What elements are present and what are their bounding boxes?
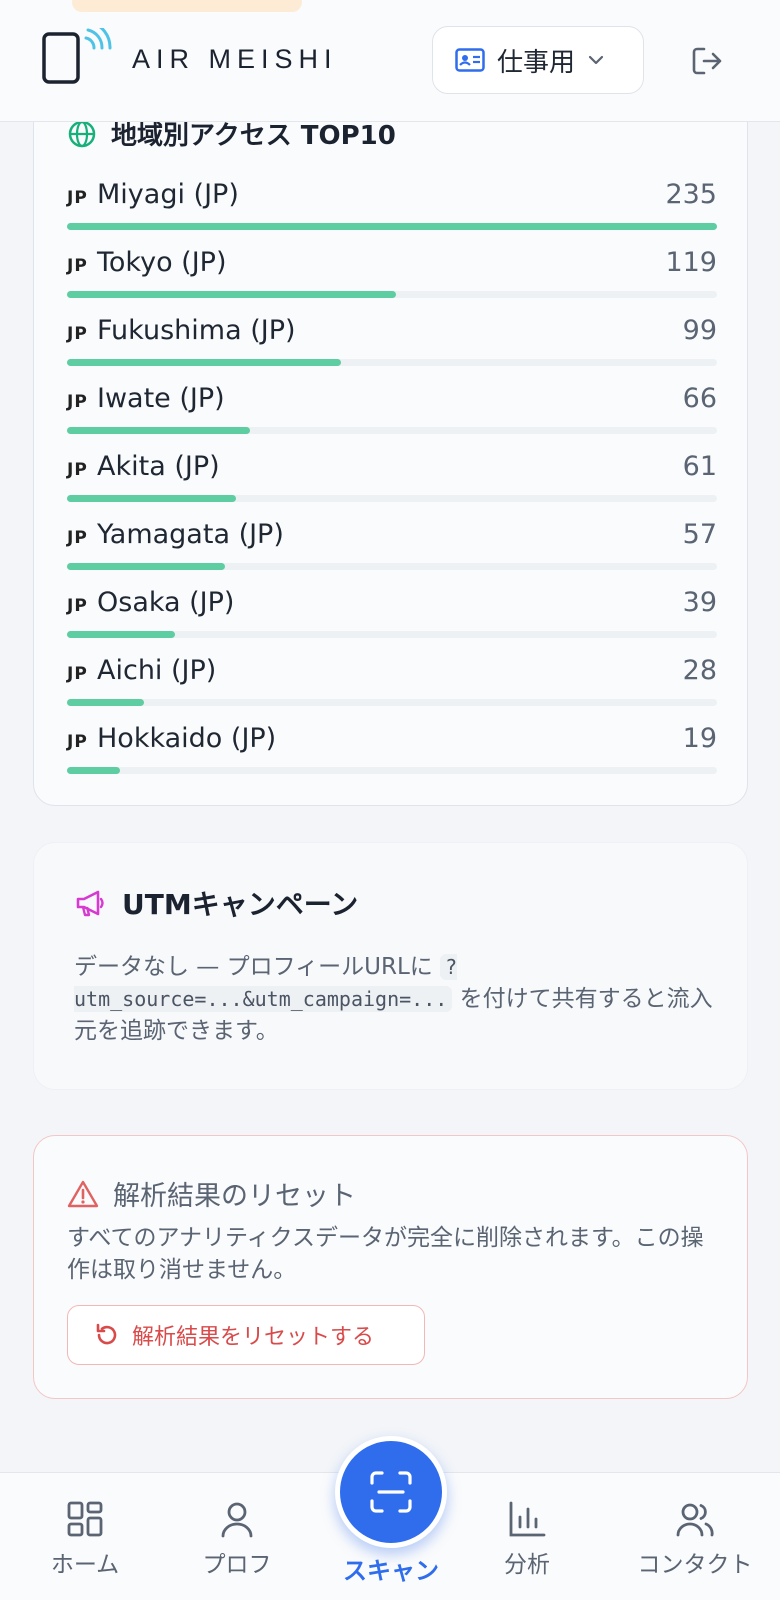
region-bar-fill	[67, 563, 225, 570]
region-row: JP Iwate (JP) 66	[67, 383, 717, 451]
region-name: Iwate (JP)	[97, 383, 225, 414]
region-count: 19	[682, 723, 717, 754]
region-row: JP Hokkaido (JP) 19	[67, 723, 717, 791]
region-bar-fill	[67, 767, 120, 774]
warning-icon	[67, 1180, 99, 1207]
region-count: 57	[682, 519, 717, 550]
app-header: AIR MEISHI 仕事用	[0, 0, 780, 122]
nav-label-analytics: 分析	[504, 1552, 550, 1578]
users-icon	[676, 1503, 714, 1537]
country-code: JP	[67, 256, 88, 276]
id-card-icon	[455, 48, 485, 72]
region-count: 99	[682, 315, 717, 346]
region-name: Aichi (JP)	[97, 655, 217, 686]
region-count: 119	[665, 247, 717, 278]
brand-name: AIR MEISHI	[132, 44, 338, 74]
country-code: JP	[67, 732, 88, 752]
country-code: JP	[67, 460, 88, 480]
utm-empty-message: データなし — プロフィールURLに ?utm_source=...&utm_c…	[74, 951, 714, 1047]
region-name: Akita (JP)	[97, 451, 220, 482]
nav-label-profile: プロフ	[202, 1552, 272, 1578]
region-row: JP Miyagi (JP) 235	[67, 179, 717, 247]
grid-icon	[67, 1501, 103, 1537]
region-count: 61	[682, 451, 717, 482]
region-count: 39	[682, 587, 717, 618]
region-count: 235	[665, 179, 717, 210]
region-bar-fill	[67, 223, 717, 230]
reset-icon	[96, 1323, 117, 1345]
region-bar-track	[67, 359, 717, 366]
scan-icon	[370, 1471, 412, 1513]
region-bar-track	[67, 427, 717, 434]
region-row: JP Yamagata (JP) 57	[67, 519, 717, 587]
peek-banner	[72, 0, 302, 12]
reset-card-header: 解析結果のリセット	[67, 1174, 356, 1213]
region-name: Hokkaido (JP)	[97, 723, 277, 754]
reset-description: すべてのアナリティクスデータが完全に削除されます。この操作は取り消せません。	[67, 1225, 704, 1283]
region-row: JP Fukushima (JP) 99	[67, 315, 717, 383]
region-count: 66	[682, 383, 717, 414]
region-bar-fill	[67, 291, 396, 298]
chevron-down-icon	[588, 55, 604, 65]
region-bar-track	[67, 767, 717, 774]
analytics-reset-card: 解析結果のリセット すべてのアナリティクスデータが完全に削除されます。この操作は…	[33, 1135, 748, 1399]
region-bar-track	[67, 291, 717, 298]
utm-text-before: データなし — プロフィールURLに	[74, 954, 433, 980]
country-code: JP	[67, 528, 88, 548]
region-bar-fill	[67, 495, 236, 502]
region-bar-fill	[67, 699, 145, 706]
country-code: JP	[67, 664, 88, 684]
region-bar-track	[67, 563, 717, 570]
nav-label-scan[interactable]: スキャン	[330, 1551, 452, 1586]
region-name: Fukushima (JP)	[97, 315, 296, 346]
region-name: Yamagata (JP)	[97, 519, 284, 550]
user-icon	[221, 1502, 253, 1538]
region-bar-fill	[67, 359, 341, 366]
nav-label-contacts: コンタクト	[637, 1552, 753, 1578]
utm-campaign-card: UTMキャンペーン データなし — プロフィールURLに ?utm_source…	[33, 842, 748, 1090]
region-list: JP Miyagi (JP) 235 JP Tokyo (JP) 119 JP …	[67, 179, 717, 791]
region-bar-fill	[67, 427, 250, 434]
utm-card-title: UTMキャンペーン	[122, 888, 359, 921]
nav-item-profile[interactable]: プロフ	[177, 1499, 297, 1579]
profile-mode-select[interactable]: 仕事用	[432, 26, 644, 94]
region-row: JP Tokyo (JP) 119	[67, 247, 717, 315]
reset-card-title: 解析結果のリセット	[113, 1181, 356, 1212]
logo-phone-wifi-icon	[42, 28, 112, 84]
region-bar-fill	[67, 631, 175, 638]
region-bar-track	[67, 699, 717, 706]
utm-card-header: UTMキャンペーン	[74, 883, 358, 923]
bar-chart-icon	[509, 1501, 546, 1537]
region-name: Osaka (JP)	[97, 587, 235, 618]
reset-button-label: 解析結果をリセットする	[132, 1325, 375, 1350]
nav-item-home[interactable]: ホーム	[25, 1499, 145, 1579]
region-row: JP Osaka (JP) 39	[67, 587, 717, 655]
country-code: JP	[67, 324, 88, 344]
globe-icon	[68, 120, 96, 147]
reset-analytics-button[interactable]: 解析結果をリセットする	[67, 1305, 425, 1365]
megaphone-icon	[76, 890, 104, 917]
region-name: Tokyo (JP)	[97, 247, 227, 278]
nav-item-contacts[interactable]: コンタクト	[620, 1499, 770, 1579]
country-code: JP	[67, 188, 88, 208]
country-code: JP	[67, 392, 88, 412]
region-bar-track	[67, 223, 717, 230]
scan-button[interactable]	[335, 1436, 447, 1548]
country-code: JP	[67, 596, 88, 616]
mode-label: 仕事用	[497, 47, 576, 78]
region-access-card: 地域別アクセス TOP10 JP Miyagi (JP) 235 JP Toky…	[33, 90, 748, 806]
region-row: JP Akita (JP) 61	[67, 451, 717, 519]
region-bar-track	[67, 495, 717, 502]
region-row: JP Aichi (JP) 28	[67, 655, 717, 723]
region-count: 28	[682, 655, 717, 686]
nav-item-analytics[interactable]: 分析	[467, 1499, 587, 1579]
logout-icon[interactable]	[690, 44, 724, 78]
nav-label-home: ホーム	[50, 1552, 120, 1578]
region-bar-track	[67, 631, 717, 638]
region-name: Miyagi (JP)	[97, 179, 239, 210]
